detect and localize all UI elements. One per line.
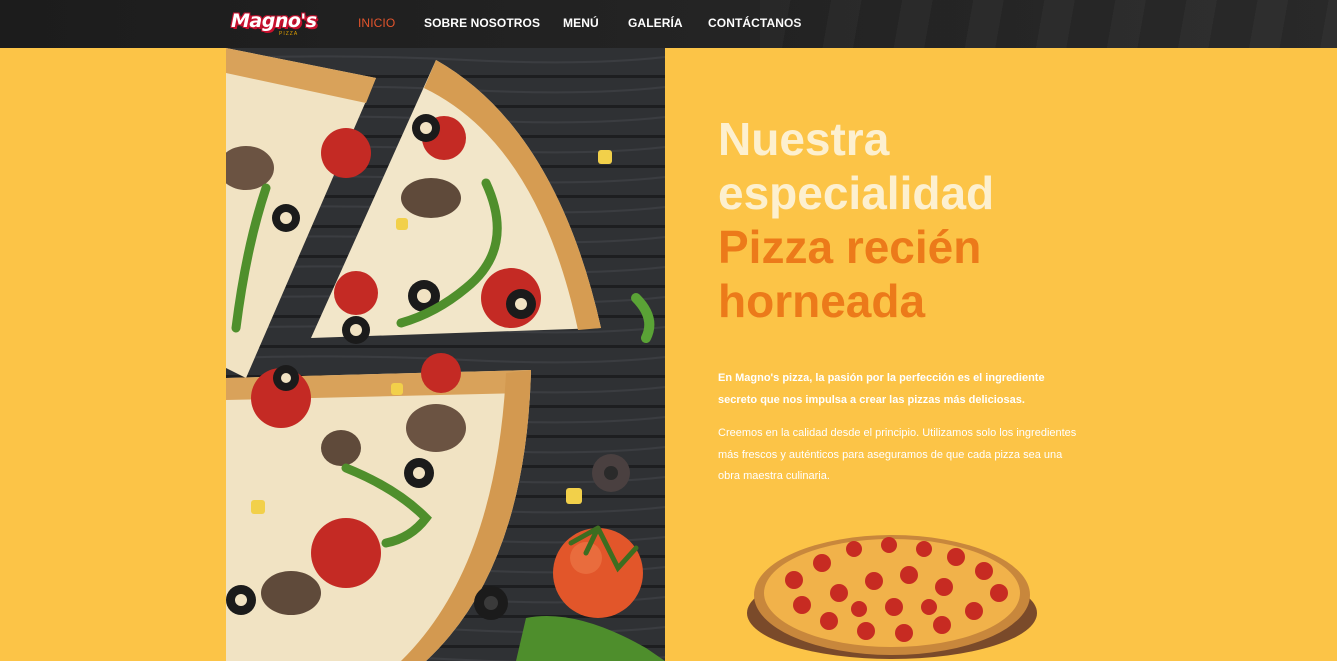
- brand-logo-sub: PIZZA: [279, 31, 299, 37]
- hero-paragraph-2: Creemos en la calidad desde el principio…: [718, 427, 1077, 482]
- nav-item-menu[interactable]: MENÚ: [563, 16, 599, 30]
- hero-title-line2: especialidad: [718, 167, 995, 219]
- hero-title-line1: Nuestra: [718, 113, 890, 165]
- top-navbar: Magno's PIZZA INICIO SOBRE NOSOTROS MENÚ…: [0, 0, 1337, 48]
- nav-item-galeria[interactable]: GALERÍA: [628, 16, 683, 30]
- hero-pizza-image: [226, 48, 665, 661]
- hero-title-line3: Pizza recién: [718, 221, 982, 273]
- brand-logo-text: Magno's: [231, 10, 317, 32]
- hero-title-line4: horneada: [718, 275, 926, 327]
- pepperoni-pizza-image: [744, 515, 1044, 661]
- brand-logo[interactable]: Magno's PIZZA: [231, 10, 319, 38]
- hero-paragraph-1: En Magno's pizza, la pasión por la perfe…: [718, 372, 1045, 406]
- nav-item-sobre-nosotros[interactable]: SOBRE NOSOTROS: [424, 16, 540, 30]
- hero-title: Nuestra especialidad Pizza recién hornea…: [718, 112, 1138, 328]
- nav-item-contactanos[interactable]: CONTÁCTANOS: [708, 16, 802, 30]
- nav-item-inicio[interactable]: INICIO: [358, 16, 395, 30]
